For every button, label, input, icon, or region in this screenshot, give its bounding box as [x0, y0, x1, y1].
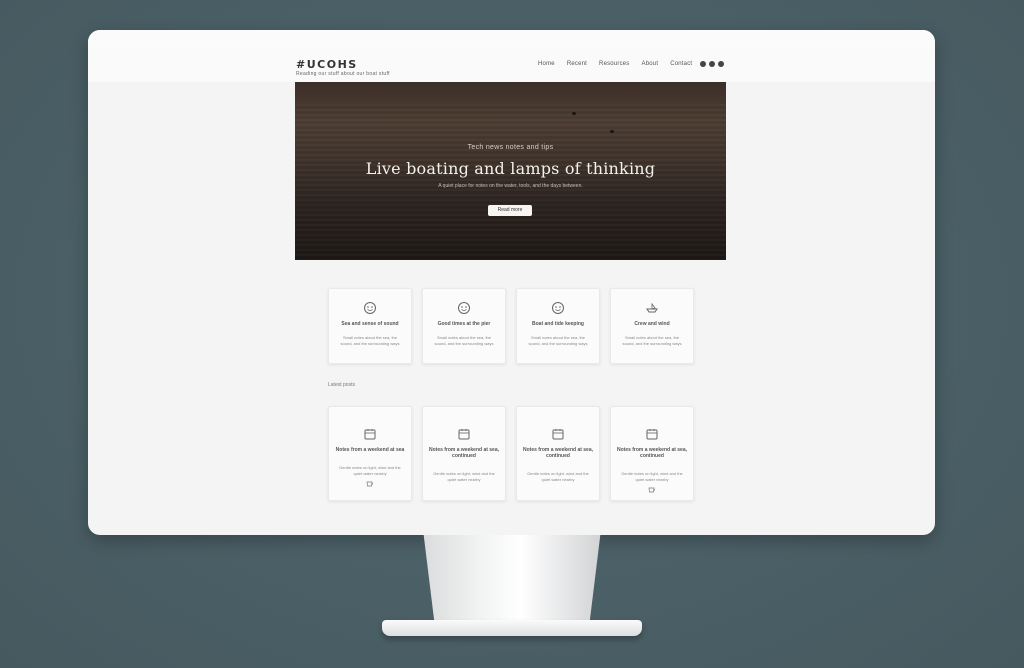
calendar-icon: [364, 429, 376, 440]
main-nav: Home Recent Resources About Contact: [538, 61, 725, 67]
post-title: Notes from a weekend at sea, continued: [428, 447, 500, 459]
social-icon[interactable]: [709, 61, 716, 67]
post-card[interactable]: Notes from a weekend at sea Gentle notes…: [328, 406, 412, 501]
post-card[interactable]: Notes from a weekend at sea, continued G…: [422, 406, 506, 501]
face-icon: [458, 302, 470, 314]
post-desc: Gentle notes on light, wind and the quie…: [433, 471, 495, 482]
monitor-stand-base: [382, 620, 642, 636]
cup-icon: [648, 487, 656, 493]
section-label: Latest posts: [328, 382, 355, 388]
nav-item-recent[interactable]: Recent: [567, 61, 587, 67]
feature-card[interactable]: Boat and tide keeping Small notes about …: [516, 288, 600, 364]
post-desc: Gentle notes on light, wind and the quie…: [527, 471, 589, 482]
feature-card[interactable]: Good times at the pier Small notes about…: [422, 288, 506, 364]
post-title: Notes from a weekend at sea: [335, 447, 405, 453]
bird-icon: [610, 130, 614, 133]
bird-icon: [572, 112, 576, 115]
boat-icon: [646, 302, 658, 313]
post-title: Notes from a weekend at sea, continued: [522, 447, 594, 459]
feature-card[interactable]: Crew and wind Small notes about the sea,…: [610, 288, 694, 364]
face-icon: [364, 302, 376, 314]
social-icon[interactable]: [718, 61, 725, 67]
monitor-stand-neck: [423, 535, 601, 625]
social-links: [700, 61, 725, 67]
nav-item-resources[interactable]: Resources: [599, 61, 629, 67]
calendar-icon: [646, 429, 658, 440]
site-header: #UCOHS Reading our stuff about our boat …: [88, 48, 935, 82]
feature-title: Boat and tide keeping: [532, 321, 584, 327]
feature-desc: Small notes about the sea, the sound, an…: [528, 335, 588, 346]
site-tagline: Reading our stuff about our boat stuff: [296, 71, 390, 77]
hero-subtitle: A quiet place for notes on the water, to…: [438, 183, 583, 189]
face-icon: [552, 302, 564, 314]
hero-title: Live boating and lamps of thinking: [365, 159, 656, 178]
feature-desc: Small notes about the sea, the sound, an…: [622, 335, 682, 346]
feature-title: Crew and wind: [634, 321, 670, 327]
feature-title: Good times at the pier: [437, 321, 491, 327]
hero-eyebrow: Tech news notes and tips: [467, 144, 554, 151]
post-card[interactable]: Notes from a weekend at sea, continued G…: [516, 406, 600, 501]
post-card[interactable]: Notes from a weekend at sea, continued G…: [610, 406, 694, 501]
post-title: Notes from a weekend at sea, continued: [616, 447, 688, 459]
feature-desc: Small notes about the sea, the sound, an…: [340, 335, 400, 346]
feature-desc: Small notes about the sea, the sound, an…: [434, 335, 494, 346]
feature-card[interactable]: Sea and sense of sound Small notes about…: [328, 288, 412, 364]
desktop-scene: #UCOHS Reading our stuff about our boat …: [0, 0, 1024, 668]
hero-banner: Tech news notes and tips Live boating an…: [295, 82, 726, 260]
calendar-icon: [458, 429, 470, 440]
monitor-screen: #UCOHS Reading our stuff about our boat …: [88, 30, 935, 535]
nav-item-home[interactable]: Home: [538, 61, 555, 67]
post-desc: Gentle notes on light, wind and the quie…: [621, 471, 683, 482]
nav-item-contact[interactable]: Contact: [670, 61, 692, 67]
social-icon[interactable]: [700, 61, 707, 67]
browser-top-bar: [88, 30, 935, 49]
calendar-icon: [552, 429, 564, 440]
site-logo[interactable]: #UCOHS: [296, 58, 358, 71]
feature-title: Sea and sense of sound: [341, 321, 399, 327]
nav-item-about[interactable]: About: [642, 61, 659, 67]
hero-cta-button[interactable]: Read more: [488, 205, 532, 216]
cup-icon: [366, 481, 374, 487]
post-desc: Gentle notes on light, wind and the quie…: [339, 465, 401, 476]
